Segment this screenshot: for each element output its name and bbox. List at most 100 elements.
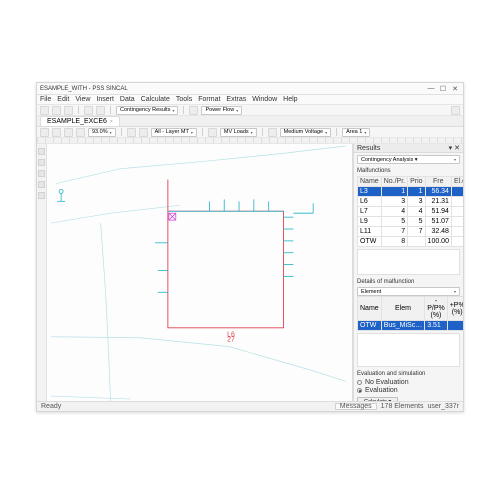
dcol-pk[interactable]: +P% (%) bbox=[447, 297, 463, 321]
main-body: L6 27 Results ▾ ✕ Contingency Analysis ▾… bbox=[37, 144, 463, 401]
loads-combo[interactable]: MV Loads bbox=[220, 128, 257, 137]
help-icon[interactable] bbox=[451, 106, 460, 115]
menu-data[interactable]: Data bbox=[120, 96, 135, 103]
window-title: ESAMPLE_WITH - PSS SINCAL bbox=[40, 86, 128, 92]
minimize-button[interactable]: — bbox=[426, 85, 436, 93]
menu-calculate[interactable]: Calculate bbox=[141, 96, 170, 103]
malfunctions-label: Malfunctions bbox=[357, 168, 460, 174]
menu-insert[interactable]: Insert bbox=[96, 96, 114, 103]
malfunctions-section: Malfunctions Name No./Pr. Prio Fre El.co… bbox=[354, 166, 463, 277]
col-name[interactable]: Name bbox=[358, 177, 382, 187]
col-fre[interactable]: Fre bbox=[425, 177, 451, 187]
select-tool-icon[interactable] bbox=[38, 148, 45, 155]
separator bbox=[336, 128, 337, 136]
new-icon[interactable] bbox=[40, 106, 49, 115]
table-row[interactable]: L31156.34Yes3 bbox=[358, 187, 464, 197]
table-row[interactable]: OTWBus_MiSc…3.51 bbox=[358, 321, 464, 331]
menu-window[interactable]: Window bbox=[252, 96, 277, 103]
undo-icon[interactable] bbox=[84, 106, 93, 115]
measure-tool-icon[interactable] bbox=[38, 192, 45, 199]
toolbar-row-2: 93.0% All - Layer MT MV Loads Medium Vol… bbox=[37, 127, 463, 138]
tab-graphic[interactable]: ESAMPLE_EXCE6 × bbox=[40, 116, 120, 126]
status-user: user_337r bbox=[427, 403, 459, 410]
table-row[interactable]: L95551.07Yes3 bbox=[358, 217, 464, 227]
menu-help[interactable]: Help bbox=[283, 96, 297, 103]
radio-no-eval-row[interactable]: No Evaluation bbox=[357, 379, 460, 386]
menu-file[interactable]: File bbox=[40, 96, 51, 103]
col-rank[interactable]: No./Pr. bbox=[381, 177, 407, 187]
col-prio[interactable]: Prio bbox=[408, 177, 425, 187]
network-diagram: L6 27 bbox=[47, 144, 352, 401]
network-canvas[interactable]: L6 27 bbox=[47, 144, 353, 401]
menu-tools[interactable]: Tools bbox=[176, 96, 192, 103]
evaluation-section: Evaluation and simulation No Evaluation … bbox=[354, 369, 463, 401]
run-icon[interactable] bbox=[189, 106, 198, 115]
layer-combo[interactable]: All - Layer MT bbox=[151, 128, 197, 137]
menu-extras[interactable]: Extras bbox=[226, 96, 246, 103]
redo-icon[interactable] bbox=[96, 106, 105, 115]
separator bbox=[121, 128, 122, 136]
left-tool-palette bbox=[37, 144, 47, 401]
malfunctions-table[interactable]: Name No./Pr. Prio Fre El.count Replace L… bbox=[357, 176, 463, 247]
separator bbox=[202, 128, 203, 136]
table-row[interactable]: L74451.94Yes3 bbox=[358, 207, 464, 217]
node-tool-icon[interactable] bbox=[38, 159, 45, 166]
window-controls: — ☐ ✕ bbox=[426, 85, 460, 93]
radio-eval-label: Evaluation bbox=[365, 387, 398, 394]
zoom-out-icon[interactable] bbox=[76, 128, 85, 137]
malfunctions-spare-area bbox=[357, 249, 460, 275]
line-tool-icon[interactable] bbox=[38, 170, 45, 177]
status-messages-button[interactable]: Messages bbox=[335, 403, 377, 410]
col-el[interactable]: El.count bbox=[451, 177, 463, 187]
analysis-section: Contingency Analysis ▾ bbox=[354, 153, 463, 166]
calc-mode-combo[interactable]: Power Flow bbox=[201, 106, 242, 115]
snap-icon[interactable] bbox=[139, 128, 148, 137]
tab-label: ESAMPLE_EXCE6 bbox=[47, 118, 107, 125]
separator bbox=[262, 128, 263, 136]
dcol-name[interactable]: Name bbox=[358, 297, 382, 321]
details-spare-area bbox=[357, 333, 460, 367]
area-combo[interactable]: Area 1 bbox=[342, 128, 370, 137]
results-title: Results bbox=[357, 145, 380, 152]
dcol-elem[interactable]: Elem bbox=[381, 297, 425, 321]
element-combo[interactable]: Element bbox=[357, 287, 460, 296]
save-icon[interactable] bbox=[64, 106, 73, 115]
separator bbox=[183, 106, 184, 114]
menu-format[interactable]: Format bbox=[198, 96, 220, 103]
open-icon[interactable] bbox=[52, 106, 61, 115]
close-button[interactable]: ✕ bbox=[450, 85, 460, 93]
pointer-icon[interactable] bbox=[40, 128, 49, 137]
details-table[interactable]: Name Elem -P/P% (%) +P% (%) OTWBus_MiSc…… bbox=[357, 296, 463, 331]
voltage-icon[interactable] bbox=[268, 128, 277, 137]
table-row[interactable]: L63321.31Yes3 bbox=[358, 197, 464, 207]
menu-bar: File Edit View Insert Data Calculate Too… bbox=[37, 95, 463, 105]
radio-no-eval[interactable] bbox=[357, 380, 362, 385]
zoom-combo[interactable]: 93.0% bbox=[88, 128, 116, 137]
radio-eval-row[interactable]: Evaluation bbox=[357, 387, 460, 394]
document-tabs: ESAMPLE_EXCE6 × bbox=[37, 116, 463, 127]
close-tab-icon[interactable]: × bbox=[110, 119, 113, 125]
separator bbox=[78, 106, 79, 114]
analysis-combo[interactable]: Contingency Analysis ▾ bbox=[357, 155, 460, 164]
zoom-in-icon[interactable] bbox=[64, 128, 73, 137]
table-row[interactable]: L117732.48Yes3 bbox=[358, 227, 464, 237]
text-tool-icon[interactable] bbox=[38, 181, 45, 188]
voltage-combo[interactable]: Medium Voltage bbox=[280, 128, 331, 137]
table-row[interactable]: OTW8100.00Yes0 bbox=[358, 237, 464, 247]
radio-eval[interactable] bbox=[357, 388, 362, 393]
panel-menu-icon[interactable]: ▾ ✕ bbox=[449, 144, 460, 152]
grid-icon[interactable] bbox=[127, 128, 136, 137]
menu-edit[interactable]: Edit bbox=[57, 96, 69, 103]
maximize-button[interactable]: ☐ bbox=[438, 85, 448, 93]
results-panel: Results ▾ ✕ Contingency Analysis ▾ Malfu… bbox=[353, 144, 463, 401]
menu-view[interactable]: View bbox=[75, 96, 90, 103]
result-view-combo[interactable]: Contingency Results bbox=[116, 106, 178, 115]
results-header: Results ▾ ✕ bbox=[354, 144, 463, 153]
dcol-ppk[interactable]: -P/P% (%) bbox=[425, 297, 448, 321]
svg-text:27: 27 bbox=[227, 337, 235, 344]
separator bbox=[110, 106, 111, 114]
title-bar: ESAMPLE_WITH - PSS SINCAL — ☐ ✕ bbox=[37, 83, 463, 95]
pan-icon[interactable] bbox=[52, 128, 61, 137]
details-label: Details of malfunction bbox=[357, 279, 460, 285]
filter-icon[interactable] bbox=[208, 128, 217, 137]
